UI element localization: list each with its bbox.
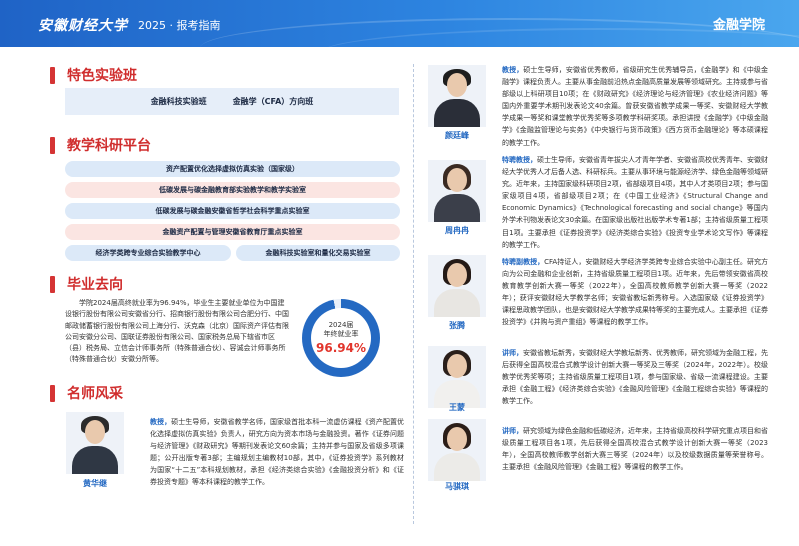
- teacher-name: 颜廷峰: [445, 131, 469, 140]
- page-header: 安徽财经大学 2025 · 报考指南 金融学院: [0, 0, 799, 47]
- teacher-bio: 讲师，研究领域为绿色金融和低碳经济，近年来，主持省级高校科学研究重点项目和省级质…: [502, 425, 768, 473]
- section-marker: [50, 384, 55, 402]
- lab-class-item: 金融科技实验班: [150, 97, 207, 106]
- teacher-bio-text: 硕士生导师，安徽省青年拔尖人才青年学者、安徽省高校优秀青年、安徽财经大学优秀人才…: [502, 156, 768, 249]
- section-title-text: 特色实验班: [67, 68, 137, 84]
- teacher-bio: 特聘教授，硕士生导师，安徽省青年拔尖人才青年学者、安徽省高校优秀青年、安徽财经大…: [502, 154, 768, 251]
- employment-rate-value: 96.94%: [316, 341, 366, 355]
- employment-description: 学院2024届高终就业率为96.94%，毕业生主要就业单位为中国建设银行股份有限…: [65, 299, 289, 364]
- teacher-title: 讲师，: [502, 349, 523, 357]
- teacher-bio-text: 安徽省教坛新秀，安徽财经大学教坛新秀、优秀教师，研究领域为金融工程，先后获得全国…: [502, 349, 768, 406]
- teacher-title: 教授，: [502, 66, 524, 74]
- school-name: 金融学院: [712, 18, 765, 33]
- section-title-employment: 毕业去向: [50, 275, 123, 293]
- platform-item: 资产配置优化选择虚拟仿真实验（国家级）: [65, 161, 400, 177]
- teacher-title: 特聘教授，: [502, 156, 537, 164]
- teacher-bio: 讲师，安徽省教坛新秀，安徽财经大学教坛新秀、优秀教师，研究领域为金融工程，先后获…: [502, 347, 768, 407]
- teacher-photo: [66, 412, 124, 474]
- teacher-bio-text: 硕士生导师，安徽省教学名师，国家级首批本科一流虚仿课程《资产配置优化选择虚拟仿真…: [150, 418, 404, 487]
- section-title-labs: 特色实验班: [50, 66, 137, 84]
- section-title-text: 教学科研平台: [67, 138, 151, 154]
- platform-item: 金融资产配置与管理安徽省教育厅重点实验室: [65, 224, 400, 240]
- teacher-title: 特聘副教授，: [502, 258, 545, 266]
- platform-item: 金融科技实验室和量化交易实验室: [236, 245, 400, 261]
- teacher-bio: 特聘副教授，CFA持证人，安徽财经大学经济学类跨专业综合实验中心副主任。研究方向…: [502, 256, 768, 329]
- employment-rate-label: 2024届 年终就业率 96.94%: [311, 308, 371, 368]
- platform-item: 经济学类跨专业综合实验教学中心: [65, 245, 231, 261]
- teacher-name: 周冉冉: [445, 226, 469, 235]
- teacher-bio-text: 硕士生导师，安徽省优秀教师，省级研究生优秀辅导员，《金融学》和《中级金融学》课程…: [502, 66, 769, 147]
- teacher-name: 黄华继: [83, 479, 107, 488]
- section-title-text: 毕业去向: [67, 277, 123, 293]
- teacher-photo: [428, 65, 486, 127]
- teacher-photo: [428, 255, 486, 317]
- teacher-bio-text: 研究领域为绿色金融和低碳经济，近年来，主持省级高校科学研究重点项目和省级质量工程…: [502, 427, 768, 472]
- teacher-bio-text: CFA持证人，安徽财经大学经济学类跨专业综合实验中心副主任。研究方向为公司金融和…: [502, 258, 768, 327]
- university-logo: 安徽财经大学: [38, 18, 128, 34]
- section-marker: [50, 136, 55, 154]
- teacher-bio: 教授，硕士生导师，安徽省教学名师，国家级首批本科一流虚仿课程《资产配置优化选择虚…: [150, 416, 404, 489]
- teacher-title: 教授，: [150, 418, 172, 426]
- section-title-platforms: 教学科研平台: [50, 136, 151, 154]
- teacher-photo: [428, 346, 486, 408]
- lab-class-item: 金融学（CFA）方向班: [232, 97, 314, 106]
- section-title-faculty: 名师风采: [50, 384, 123, 402]
- teacher-name: 马骐琪: [445, 482, 469, 491]
- teacher-photo: [428, 160, 486, 222]
- section-marker: [50, 275, 55, 293]
- section-marker: [50, 66, 55, 84]
- ring-rate-label: 年终就业率: [323, 330, 359, 338]
- header-separator: [122, 18, 123, 31]
- column-divider: [413, 64, 414, 524]
- teacher-name: 张腾: [449, 321, 465, 330]
- platform-item: 低碳发展与碳金融教育部实验教学和教学实验室: [65, 182, 400, 198]
- teacher-bio: 教授，硕士生导师，安徽省优秀教师，省级研究生优秀辅导员，《金融学》和《中级金融学…: [502, 64, 768, 149]
- guide-subtitle: 2025 · 报考指南: [138, 19, 221, 32]
- section-title-text: 名师风采: [67, 386, 123, 402]
- platform-item: 低碳发展与碳金融安徽省哲学社会科学重点实验室: [65, 203, 400, 219]
- experimental-classes: 金融科技实验班 金融学（CFA）方向班: [65, 88, 399, 115]
- teacher-title: 讲师，: [502, 427, 523, 435]
- teacher-name: 王蒙: [449, 403, 465, 412]
- ring-year-label: 2024届: [328, 321, 354, 329]
- teacher-photo: [428, 419, 486, 481]
